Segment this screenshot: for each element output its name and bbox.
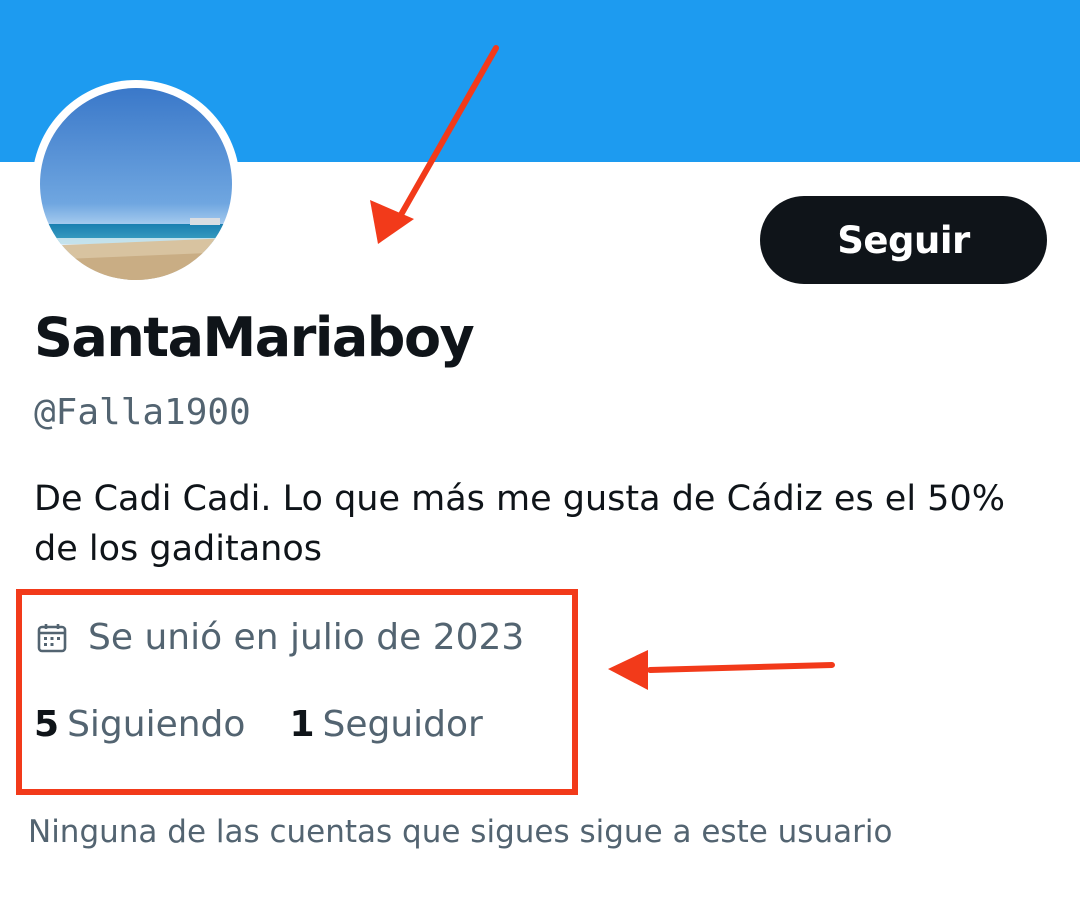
followed-by-note: Ninguna de las cuentas que sigues sigue … xyxy=(28,814,893,850)
avatar-beach-photo xyxy=(40,88,232,280)
profile-display-name: SantaMariaboy xyxy=(34,306,475,369)
annotation-highlight-box xyxy=(16,589,578,795)
profile-page: Seguir SantaMariaboy @Falla1900 De Cadi … xyxy=(0,0,1080,918)
follow-button[interactable]: Seguir xyxy=(760,196,1047,284)
profile-handle: @Falla1900 xyxy=(34,392,251,433)
annotation-arrow-left xyxy=(608,650,835,690)
profile-bio: De Cadi Cadi. Lo que más me gusta de Cád… xyxy=(34,479,1005,569)
avatar[interactable] xyxy=(40,88,232,280)
avatar-frame xyxy=(32,80,240,288)
